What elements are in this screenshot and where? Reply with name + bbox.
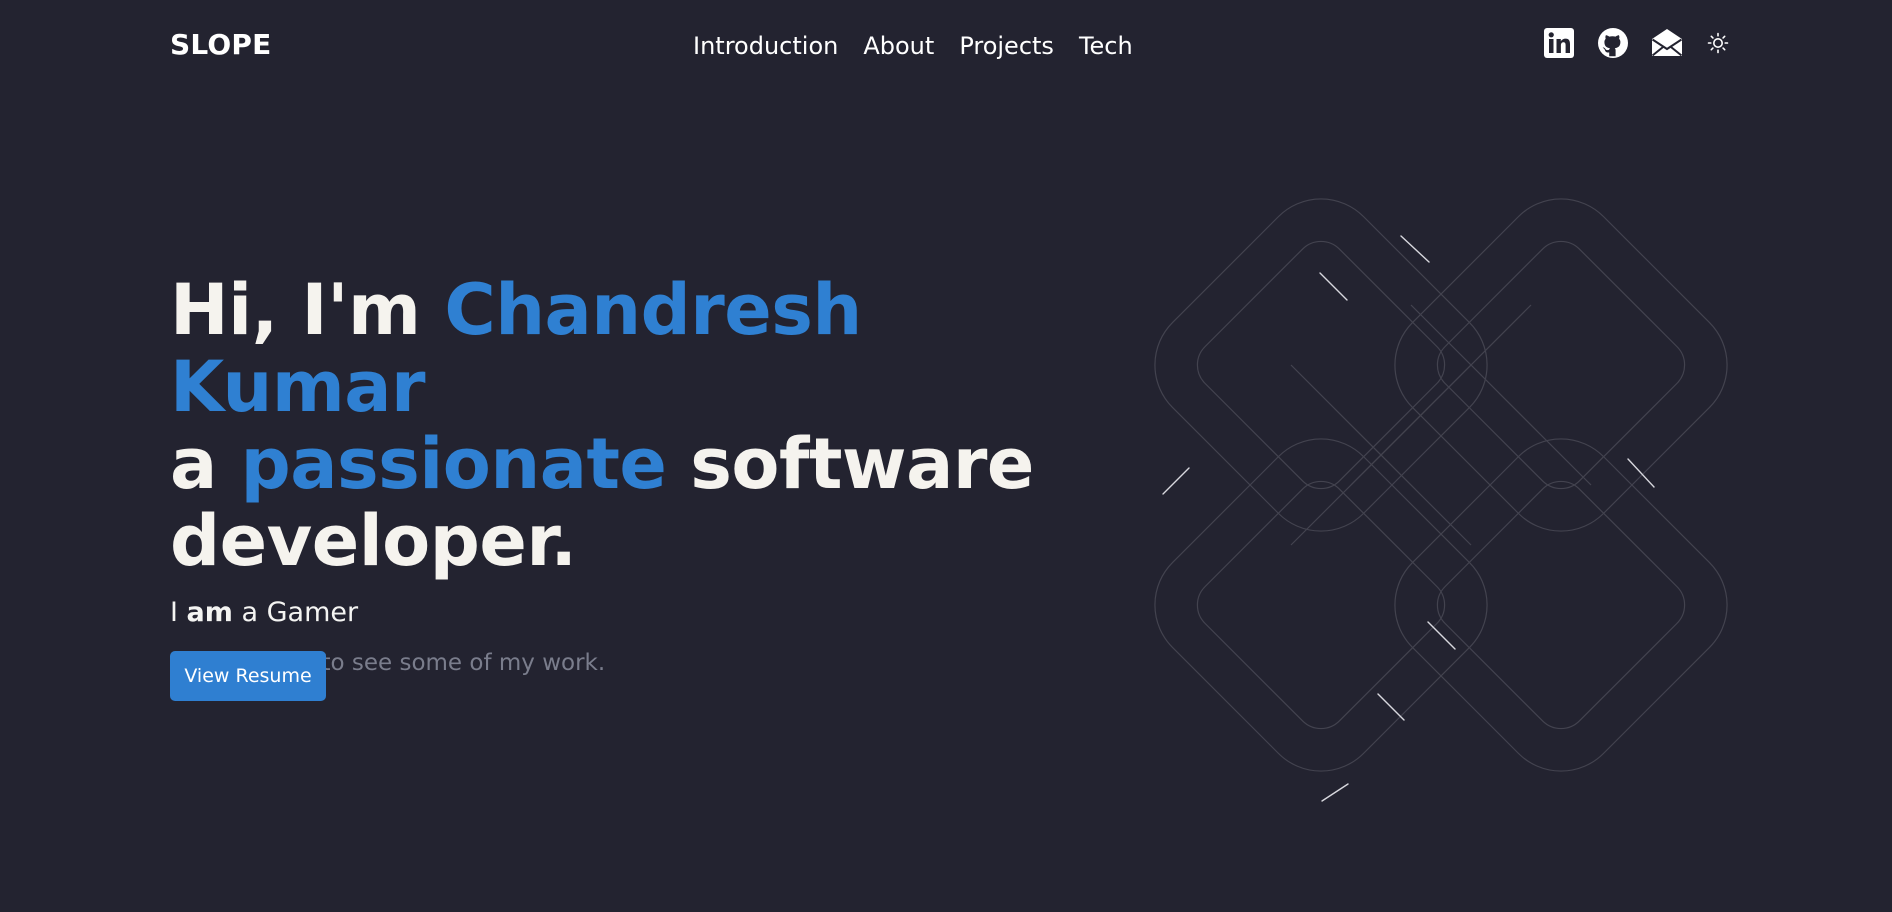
sun-icon[interactable] xyxy=(1707,32,1729,54)
linkedin-icon[interactable] xyxy=(1543,27,1575,59)
headline-passionate: passionate xyxy=(240,423,667,505)
social-links xyxy=(1543,27,1729,59)
headline-line2-end: software xyxy=(666,423,1034,505)
nav-link-introduction[interactable]: Introduction xyxy=(693,30,838,62)
headline-greeting: Hi, I'm xyxy=(170,269,445,351)
headline-line2-start: a xyxy=(170,423,241,505)
hero-role: I am a Gamer xyxy=(170,596,1090,630)
nav-link-about[interactable]: About xyxy=(863,30,934,62)
hero-section: Hi, I'm Chandresh Kumar a passionate sof… xyxy=(170,272,1090,678)
nav-link-tech[interactable]: Tech xyxy=(1079,30,1133,62)
hero-headline: Hi, I'm Chandresh Kumar a passionate sof… xyxy=(170,272,1090,580)
headline-line3: developer. xyxy=(170,500,577,582)
page: SLOPE Introduction About Projects Tech H… xyxy=(0,0,1892,912)
site-logo[interactable]: SLOPE xyxy=(170,28,271,62)
github-icon[interactable] xyxy=(1597,27,1629,59)
decorative-knot-graphic xyxy=(1154,198,1728,802)
site-header: SLOPE Introduction About Projects Tech xyxy=(0,0,1892,92)
main-nav: Introduction About Projects Tech xyxy=(693,30,1133,62)
role-prefix: I xyxy=(170,597,187,628)
nav-link-projects[interactable]: Projects xyxy=(959,30,1054,62)
mail-icon[interactable] xyxy=(1651,27,1683,59)
role-suffix: a Gamer xyxy=(232,597,359,628)
role-bold: am xyxy=(186,597,233,628)
view-resume-button[interactable]: View Resume xyxy=(170,651,326,701)
